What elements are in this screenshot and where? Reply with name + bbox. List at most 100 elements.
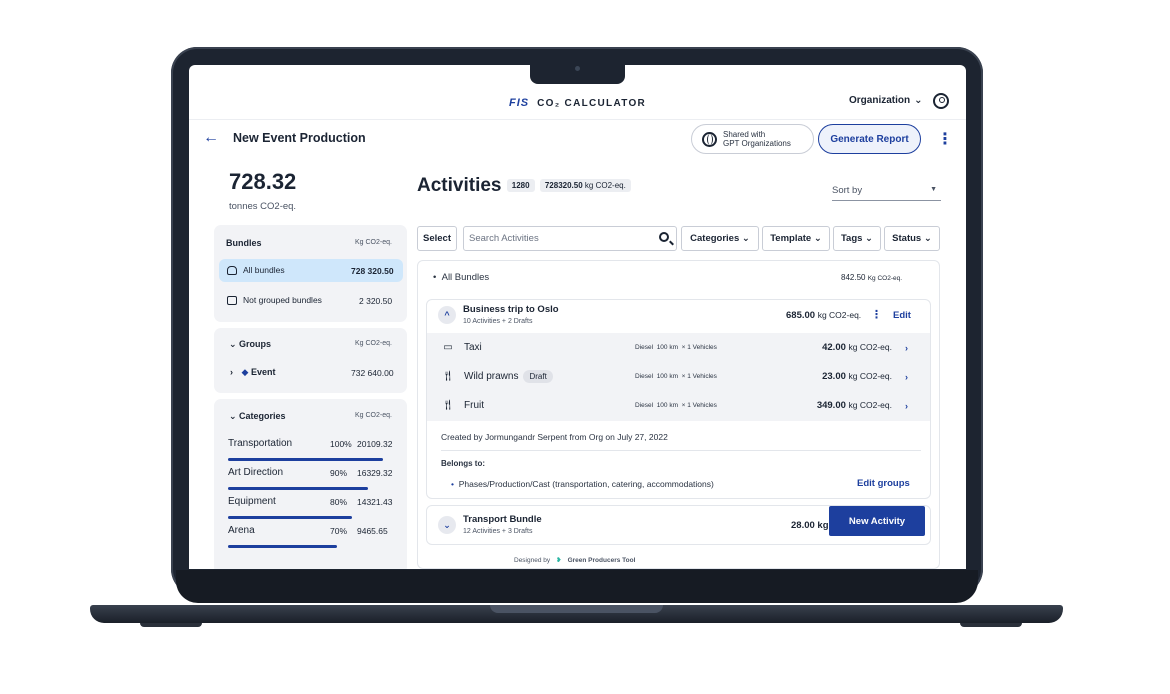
collapse-chevron-icon[interactable]: ^ — [438, 306, 456, 324]
activity-value-unit: kg CO2-eq. — [848, 400, 892, 410]
bullet-icon: • — [451, 479, 454, 489]
all-bundles-row[interactable]: • All Bundles — [433, 272, 489, 283]
groups-heading[interactable]: ⌄ Groups — [229, 339, 271, 350]
filter-label: Tags — [840, 233, 863, 244]
laptop-foot-left — [140, 623, 202, 627]
activity-spec: Diesel 100 km × 1 Vehicles — [635, 402, 717, 409]
shared-line-2: GPT Organizations — [723, 139, 791, 148]
footer: Designed by ❥ Green Producers Tool — [514, 556, 636, 565]
activity-row[interactable]: 🍴︎ Wild prawns Draft Diesel 100 km × 1 Ve… — [427, 362, 930, 391]
inbox-icon — [227, 295, 237, 305]
green-producers-name: Green Producers Tool — [567, 556, 636, 564]
activity-vehicles: × 1 Vehicles — [681, 344, 717, 351]
activity-value: 42.00 kg CO2-eq. — [822, 342, 892, 353]
all-bundles-total-unit: Kg CO2-eq. — [867, 275, 903, 282]
category-progress-bar — [228, 516, 352, 519]
activity-value: 23.00 kg CO2-eq. — [822, 371, 892, 382]
laptop-bezel-bottom — [176, 570, 978, 603]
activity-fuel: Diesel — [635, 344, 654, 351]
activity-distance: 100 km — [656, 373, 679, 380]
total-emissions-value: 728.32 — [229, 169, 297, 194]
category-label[interactable]: Transportation — [228, 438, 292, 449]
new-activity-button[interactable]: New Activity — [829, 506, 925, 536]
edit-bundle-link[interactable]: Edit — [893, 310, 911, 321]
more-options-icon[interactable]: ⋮ — [937, 129, 953, 149]
search-input[interactable]: Search Activities — [463, 226, 677, 251]
tags-filter[interactable]: Tags ⌄ — [833, 226, 881, 251]
groups-heading-label: Groups — [239, 339, 272, 349]
status-filter[interactable]: Status ⌄ — [884, 226, 940, 251]
activity-total-value: 728320.50 — [544, 181, 583, 191]
chevron-down-icon: ⌄ — [914, 95, 923, 106]
chevron-right-icon[interactable]: › — [905, 343, 908, 353]
bundle-filter-not-grouped[interactable]: Not grouped bundles — [227, 295, 322, 305]
category-progress-bar — [228, 458, 383, 461]
activity-row[interactable]: ▭ Taxi Diesel 100 km × 1 Vehicles 42.00 … — [427, 333, 930, 362]
activity-distance: 100 km — [656, 402, 679, 409]
user-account-icon[interactable] — [933, 93, 949, 109]
activity-value: 349.00 kg CO2-eq. — [817, 400, 892, 411]
activity-name: Fruit — [464, 400, 484, 411]
edit-groups-link[interactable]: Edit groups — [857, 478, 910, 489]
all-bundles-total: 842.50 Kg CO2-eq. — [841, 273, 902, 282]
chevron-right-icon[interactable]: › — [905, 401, 908, 411]
globe-icon — [702, 131, 717, 147]
bundle-more-icon[interactable]: ⋮ — [871, 308, 882, 321]
bundle-title[interactable]: Transport Bundle — [463, 514, 542, 525]
activity-total-badge: 728320.50 kg CO2-eq. — [539, 179, 631, 193]
activity-value-number: 23.00 — [822, 371, 846, 382]
categories-heading-label: Categories — [239, 411, 286, 421]
food-icon: 🍴︎ — [441, 400, 455, 411]
activity-spec: Diesel 100 km × 1 Vehicles — [635, 373, 717, 380]
generate-report-button[interactable]: Generate Report — [818, 124, 921, 154]
green-producers-logo-icon: ❥ — [556, 557, 562, 564]
chevron-right-icon: › — [230, 367, 233, 377]
search-icon[interactable] — [659, 232, 669, 242]
filter-label: Template — [770, 233, 812, 244]
category-label[interactable]: Arena — [228, 525, 255, 536]
search-placeholder: Search Activities — [469, 233, 539, 244]
category-progress-bar — [228, 487, 368, 490]
categories-heading[interactable]: ⌄ Categories — [229, 411, 286, 422]
category-percent: 90% — [330, 468, 348, 478]
bundle-total-value: 685.00 — [786, 310, 816, 321]
header-divider — [189, 119, 966, 120]
shared-with-button[interactable]: Shared with GPT Organizations — [691, 124, 814, 154]
category-label[interactable]: Equipment — [228, 496, 276, 507]
categories-filter[interactable]: Categories ⌄ — [681, 226, 759, 251]
app-screen: FIS CO₂ CALCULATOR Organization ⌄ ← New … — [189, 65, 966, 569]
category-value: 20109.32 — [357, 439, 393, 449]
organization-label: Organization — [849, 95, 911, 106]
chevron-right-icon[interactable]: › — [905, 372, 908, 382]
activity-value-number: 42.00 — [822, 342, 846, 353]
diamond-icon: ◆ — [241, 367, 249, 377]
bundle-item-value: 2 320.50 — [359, 296, 393, 306]
home-icon — [227, 265, 237, 275]
food-icon: 🍴︎ — [441, 371, 455, 382]
organization-menu[interactable]: Organization ⌄ — [849, 95, 923, 106]
camera-icon — [575, 66, 580, 71]
activity-vehicles: × 1 Vehicles — [681, 373, 717, 380]
belongs-to-item: • Phases/Production/Cast (transportation… — [451, 479, 714, 489]
shared-with-label: Shared with GPT Organizations — [723, 130, 791, 148]
select-button[interactable]: Select — [417, 226, 457, 251]
back-arrow-icon[interactable]: ← — [203, 129, 219, 147]
bundle-title[interactable]: Business trip to Oslo — [463, 304, 559, 315]
created-by-text: Created by Jormungandr Serpent from Org … — [441, 432, 668, 442]
bundles-unit: Kg CO2-eq. — [355, 239, 392, 246]
activity-row[interactable]: 🍴︎ Fruit Diesel 100 km × 1 Vehicles 349.… — [427, 391, 930, 420]
expand-chevron-icon[interactable]: ⌄ — [438, 516, 456, 534]
group-item-event[interactable]: › ◆ Event — [230, 367, 275, 378]
groups-panel — [214, 328, 407, 393]
activity-count-badge: 1280 — [506, 179, 535, 193]
activity-name: Wild prawns — [464, 371, 519, 382]
bundles-heading: Bundles — [226, 238, 262, 248]
sort-by-select[interactable]: Sort by ▼ — [832, 185, 941, 201]
groups-unit: Kg CO2-eq. — [355, 340, 392, 347]
category-label[interactable]: Art Direction — [228, 467, 283, 478]
categories-unit: Kg CO2-eq. — [355, 412, 392, 419]
app-logo[interactable]: FIS CO₂ CALCULATOR — [509, 97, 646, 109]
camera-notch — [530, 58, 625, 84]
template-filter[interactable]: Template ⌄ — [762, 226, 830, 251]
filter-label: Status — [892, 233, 922, 244]
